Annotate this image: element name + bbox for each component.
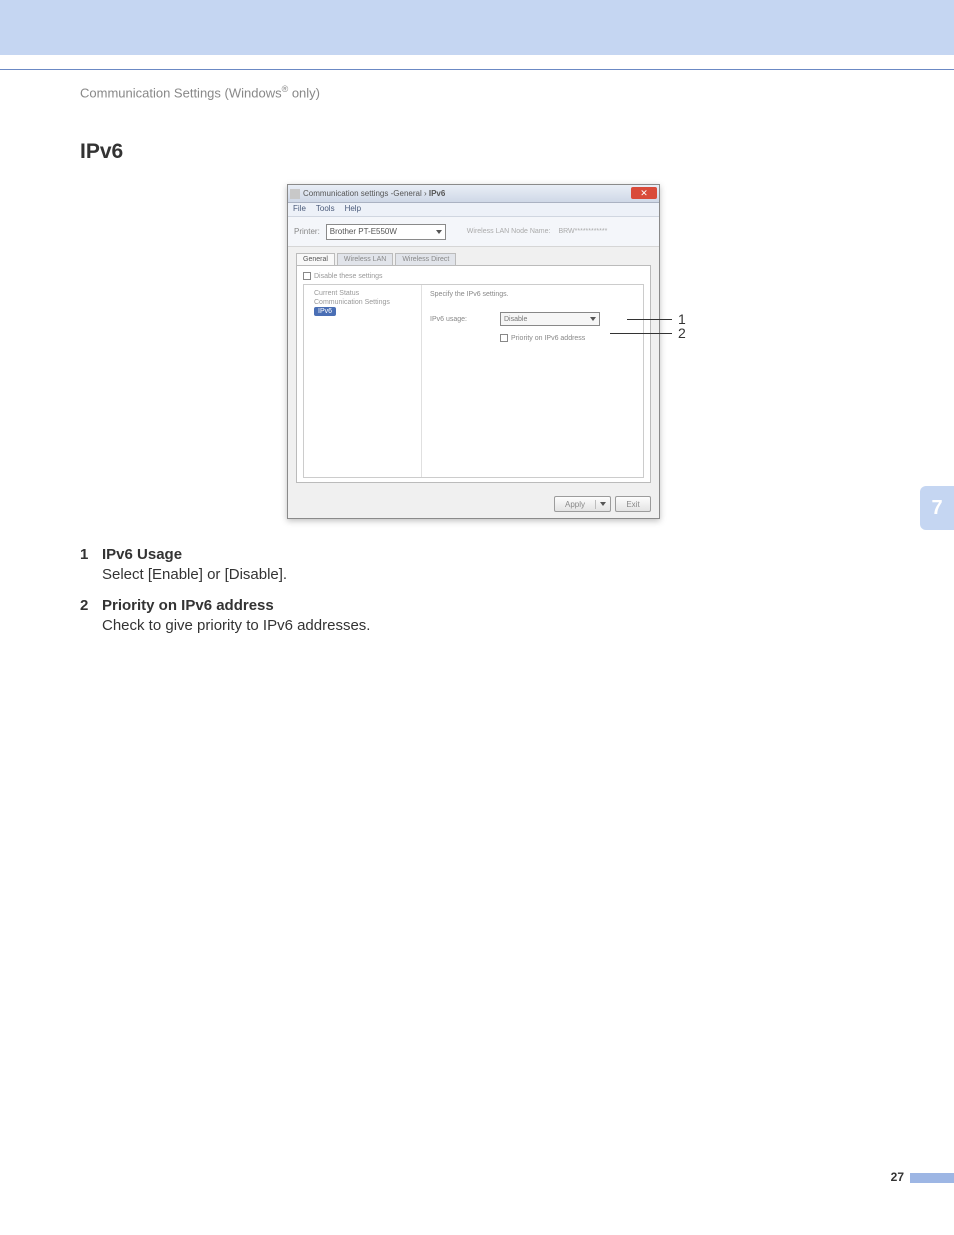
callout-line-1 [627,319,672,320]
disable-settings-label: Disable these settings [314,273,382,280]
titlebar: Communication settings - General › IPv6 … [288,185,659,203]
exit-button[interactable]: Exit [615,496,651,512]
tabs: General Wireless LAN Wireless Direct [296,253,651,265]
titlebar-path: General [393,189,421,198]
chapter-tab: 7 [920,486,954,530]
tab-wireless-direct[interactable]: Wireless Direct [395,253,456,265]
priority-checkbox[interactable] [500,334,508,342]
titlebar-prefix: Communication settings - [303,189,393,198]
priority-row: Priority on IPv6 address [500,334,635,342]
close-icon: ✕ [640,189,648,198]
top-banner [0,0,954,55]
tabs-area: General Wireless LAN Wireless Direct Dis… [296,253,651,483]
apply-button-label: Apply [555,500,596,509]
ipv6-usage-row: IPv6 usage: Disable [430,312,635,326]
chevron-down-icon [590,317,596,321]
tab-general[interactable]: General [296,253,335,265]
dialog-window: Communication settings - General › IPv6 … [287,184,660,519]
breadcrumb: Communication Settings (Windows® only) [80,84,320,100]
chevron-down-icon [600,502,606,506]
menu-tools[interactable]: Tools [316,204,335,215]
description-item-1: 1IPv6 Usage Select [Enable] or [Disable]… [80,546,874,583]
breadcrumb-pre: Communication Settings (Windows [80,85,282,100]
menubar: File Tools Help [288,203,659,217]
inner-frame: Current Status Communication Settings IP… [303,284,644,478]
tree-ipv6[interactable]: IPv6 [314,307,336,316]
printer-select[interactable]: Brother PT-E550W [326,224,446,240]
tree-panel: Current Status Communication Settings IP… [304,285,422,477]
printer-row: Printer: Brother PT-E550W Wireless LAN N… [288,217,659,247]
printer-value: Brother PT-E550W [330,227,397,236]
description-term-2: Priority on IPv6 address [102,597,274,614]
tree-comm-settings[interactable]: Communication Settings [308,298,417,307]
footer-buttons: Apply Exit [554,496,651,512]
disable-settings-row: Disable these settings [303,272,644,280]
menu-file[interactable]: File [293,204,306,215]
callout-line-2 [610,333,672,334]
apply-button[interactable]: Apply [554,496,611,512]
disable-settings-checkbox[interactable] [303,272,311,280]
tab-wireless-lan[interactable]: Wireless LAN [337,253,393,265]
titlebar-sep: › [422,189,429,198]
description-term-1: IPv6 Usage [102,546,182,563]
app-icon [290,189,300,199]
menu-help[interactable]: Help [345,204,361,215]
tree-current-status[interactable]: Current Status [308,289,417,298]
breadcrumb-post: only) [288,85,320,100]
description-body-2: Check to give priority to IPv6 addresses… [102,617,874,634]
ipv6-usage-value: Disable [504,316,527,323]
page-number: 27 [891,1170,904,1184]
ipv6-usage-label: IPv6 usage: [430,316,490,323]
printer-label: Printer: [294,227,320,236]
apply-dropdown[interactable] [596,502,610,506]
priority-label: Priority on IPv6 address [511,335,585,342]
tab-body: Disable these settings Current Status Co… [296,265,651,483]
description-number-2: 2 [80,597,102,614]
chevron-down-icon [436,230,442,234]
section-title: IPv6 [80,140,123,164]
callout-number-2: 2 [678,325,686,341]
description-body-1: Select [Enable] or [Disable]. [102,566,874,583]
top-rule [0,69,954,70]
titlebar-leaf: IPv6 [429,189,445,198]
node-name-label: Wireless LAN Node Name: [467,228,551,235]
ipv6-usage-select[interactable]: Disable [500,312,600,326]
page-number-bar [910,1173,954,1183]
description-number-1: 1 [80,546,102,563]
settings-description: Specify the IPv6 settings. [430,291,635,298]
description-list: 1IPv6 Usage Select [Enable] or [Disable]… [80,546,874,648]
description-item-2: 2Priority on IPv6 address Check to give … [80,597,874,634]
settings-panel: Specify the IPv6 settings. IPv6 usage: D… [422,285,643,477]
node-name-value: BRW************ [558,228,607,235]
close-button[interactable]: ✕ [631,187,657,199]
